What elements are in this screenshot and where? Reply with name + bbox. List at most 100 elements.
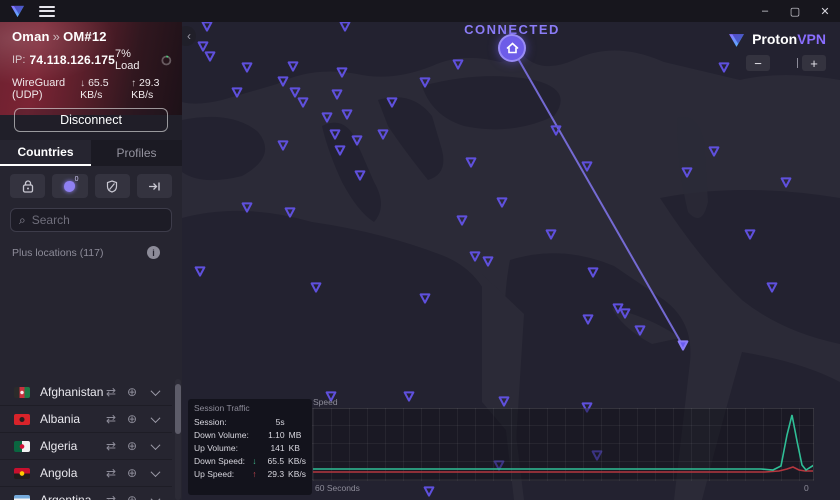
server-pin[interactable] (286, 60, 300, 73)
server-pin[interactable] (240, 61, 254, 74)
server-pin[interactable] (335, 66, 349, 79)
server-pin[interactable] (422, 485, 436, 498)
server-pin[interactable] (581, 313, 595, 326)
zoom-out-button[interactable]: − (746, 55, 770, 71)
menu-icon[interactable] (39, 6, 55, 17)
server-pin[interactable] (618, 307, 632, 320)
connection-server: Oman»OM#12 (12, 29, 172, 44)
scrollbar-thumb[interactable] (175, 384, 181, 434)
server-pin[interactable] (497, 395, 511, 408)
tab-profiles[interactable]: Profiles (91, 140, 182, 166)
streaming-globe-icon[interactable]: ⊕ (125, 439, 139, 453)
server-pin[interactable] (283, 206, 297, 219)
streaming-globe-icon[interactable]: ⊕ (125, 385, 139, 399)
shield-slash-icon (106, 180, 118, 193)
chevron-down-icon[interactable] (146, 437, 164, 455)
server-pin[interactable] (743, 228, 757, 241)
server-pin[interactable] (402, 390, 416, 403)
session-stat-row: Session:5s (194, 416, 306, 429)
brand-vpn: VPN (797, 31, 826, 47)
server-pin[interactable] (586, 266, 600, 279)
session-stat-row: Up Speed:↑29.3KB/s (194, 468, 306, 481)
minimize-button[interactable]: – (750, 0, 780, 22)
sidebar: Oman»OM#12 IP: 74.118.126.175 7% Load Wi… (0, 22, 182, 500)
tab-bar: Countries Profiles (0, 140, 182, 166)
p2p-icon[interactable]: ⇄ (104, 439, 118, 453)
server-pin[interactable] (544, 228, 558, 241)
streaming-globe-icon[interactable]: ⊕ (125, 466, 139, 480)
server-pin[interactable] (549, 124, 563, 137)
chevron-down-icon[interactable] (146, 464, 164, 482)
server-pin[interactable] (633, 324, 647, 337)
server-pin[interactable] (340, 108, 354, 121)
server-pin[interactable] (330, 88, 344, 101)
tab-countries[interactable]: Countries (0, 140, 91, 166)
streaming-globe-icon[interactable]: ⊕ (125, 493, 139, 500)
server-pin[interactable] (203, 50, 217, 63)
session-stat-row: Down Volume:1.10MB (194, 429, 306, 442)
server-pin[interactable] (765, 281, 779, 294)
server-pin[interactable] (296, 96, 310, 109)
server-pin[interactable] (230, 86, 244, 99)
country-row[interactable]: Argentina⇄⊕ (0, 487, 172, 500)
server-pin[interactable] (333, 144, 347, 157)
server-pin[interactable] (328, 128, 342, 141)
flag-argentina-icon (14, 495, 30, 500)
server-pin[interactable] (418, 76, 432, 89)
close-button[interactable]: ✕ (810, 0, 840, 22)
streaming-globe-icon[interactable]: ⊕ (125, 412, 139, 426)
p2p-icon[interactable]: ⇄ (104, 466, 118, 480)
country-row[interactable]: Algeria⇄⊕ (0, 433, 172, 460)
server-pin[interactable] (495, 196, 509, 209)
server-pin[interactable] (385, 96, 399, 109)
map[interactable]: ‹ CONNECTED ProtonVPN − + (182, 22, 840, 500)
info-icon[interactable]: i (147, 246, 160, 259)
country-row[interactable]: Afghanistan⇄⊕ (0, 379, 172, 406)
server-pin[interactable] (276, 139, 290, 152)
server-pin[interactable] (376, 128, 390, 141)
server-pin[interactable] (418, 292, 432, 305)
server-pin[interactable] (200, 22, 214, 33)
server-pin[interactable] (481, 255, 495, 268)
server-pin[interactable] (468, 250, 482, 263)
p2p-icon[interactable]: ⇄ (104, 493, 118, 500)
connection-server-name: OM#12 (63, 29, 107, 44)
server-pin[interactable] (320, 111, 334, 124)
server-pin[interactable] (707, 145, 721, 158)
server-pin[interactable] (193, 265, 207, 278)
chevron-down-icon[interactable] (146, 410, 164, 428)
disconnect-button[interactable]: Disconnect (14, 108, 168, 132)
p2p-icon[interactable]: ⇄ (104, 385, 118, 399)
chevron-down-icon[interactable] (146, 383, 164, 401)
zoom-in-button[interactable]: + (802, 55, 826, 71)
netshield-button[interactable]: 0 (52, 174, 87, 198)
server-pin[interactable] (350, 134, 364, 147)
port-forwarding-button[interactable] (137, 174, 172, 198)
server-pin[interactable] (338, 22, 352, 33)
map-zoom-controls: − + (746, 55, 826, 73)
server-pin[interactable] (680, 166, 694, 179)
server-pin[interactable] (464, 156, 478, 169)
p2p-icon[interactable]: ⇄ (104, 412, 118, 426)
separator: » (53, 29, 60, 44)
home-pin[interactable] (498, 34, 526, 62)
home-icon (506, 42, 519, 54)
server-pin[interactable] (455, 214, 469, 227)
chevron-down-icon[interactable] (146, 491, 164, 500)
server-pin[interactable] (240, 201, 254, 214)
maximize-button[interactable]: ▢ (780, 0, 810, 22)
server-pin[interactable] (451, 58, 465, 71)
plus-locations-header: Plus locations (117) (12, 247, 103, 259)
server-pin[interactable] (580, 160, 594, 173)
search-box: ⌕ (10, 208, 172, 232)
country-row[interactable]: Angola⇄⊕ (0, 460, 172, 487)
server-pin[interactable] (309, 281, 323, 294)
country-row[interactable]: Albania⇄⊕ (0, 406, 172, 433)
search-input[interactable] (32, 213, 152, 227)
server-pin[interactable] (779, 176, 793, 189)
server-pin[interactable] (353, 169, 367, 182)
connected-server-pin[interactable] (676, 339, 690, 352)
server-pin[interactable] (717, 61, 731, 74)
secure-core-button[interactable] (10, 174, 45, 198)
kill-switch-button[interactable] (95, 174, 130, 198)
